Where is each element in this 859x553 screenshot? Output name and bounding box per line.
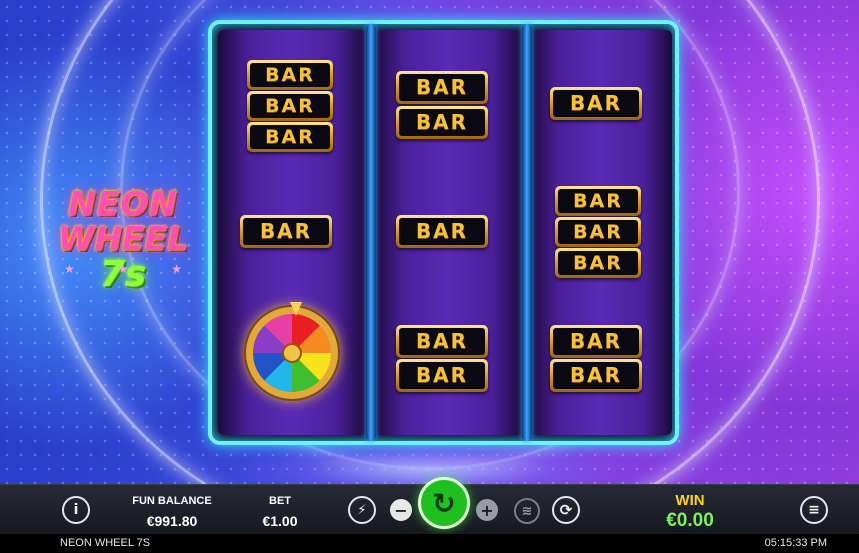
bar-symbol: BAR bbox=[396, 325, 488, 358]
logo-stars: ★ ★ ★ bbox=[64, 262, 182, 276]
bar-symbol: BAR bbox=[555, 186, 641, 216]
turbo-icon[interactable]: ⚡ bbox=[348, 496, 376, 524]
bar-symbol: BAR bbox=[396, 71, 488, 104]
increase-bet-button[interactable]: + bbox=[476, 499, 498, 521]
bar-symbol: BAR bbox=[550, 87, 642, 120]
menu-icon[interactable]: ≡ bbox=[800, 496, 828, 524]
bar-symbol: BAR bbox=[247, 91, 333, 121]
bar-symbol: BAR bbox=[396, 106, 488, 139]
bar-symbol: BAR bbox=[555, 217, 641, 247]
reel-divider bbox=[522, 24, 532, 441]
decrease-bet-button[interactable]: − bbox=[390, 499, 412, 521]
bar-symbol: BAR bbox=[550, 359, 642, 392]
coins-icon[interactable]: ≋ bbox=[514, 498, 540, 524]
wheel-bonus-symbol bbox=[246, 302, 338, 399]
fun-balance-value: €991.80 bbox=[146, 513, 198, 529]
logo-line-wheel: WHEEL bbox=[58, 219, 189, 258]
bar-symbol: BAR bbox=[396, 359, 488, 392]
control-bar: i FUN BALANCE €991.80 BET €1.00 ⚡ − ↻ + … bbox=[0, 477, 859, 534]
bar-symbol: BAR bbox=[550, 325, 642, 358]
wheel-pointer-icon bbox=[290, 302, 302, 316]
reel-divider bbox=[366, 24, 376, 441]
info-icon[interactable]: i bbox=[62, 496, 90, 524]
spin-button[interactable]: ↻ bbox=[418, 477, 470, 529]
win-value: €0.00 bbox=[666, 510, 714, 531]
logo-line-neon: NEON bbox=[68, 184, 178, 223]
bar-symbol: BAR bbox=[247, 122, 333, 152]
bar-symbol: BAR bbox=[247, 60, 333, 90]
win-label: WIN bbox=[675, 492, 705, 509]
game-name: NEON WHEEL 7S bbox=[60, 537, 151, 549]
game-stage: NEON WHEEL 7s ★ ★ ★ BAR BAR BAR BAR BAR BA… bbox=[0, 0, 859, 484]
bar-symbol: BAR bbox=[555, 248, 641, 278]
autoplay-icon[interactable]: ⟳ bbox=[552, 496, 580, 524]
footer-bar: NEON WHEEL 7S 05:15:33 PM bbox=[0, 534, 859, 553]
bar-symbol: BAR bbox=[396, 215, 488, 248]
clock: 05:15:33 PM bbox=[764, 537, 827, 549]
game-logo: NEON WHEEL 7s ★ ★ ★ bbox=[58, 184, 188, 295]
bet-value: €1.00 bbox=[262, 513, 298, 529]
wheel-hub bbox=[284, 345, 300, 361]
bet-label: BET bbox=[269, 495, 291, 507]
fun-balance-label: FUN BALANCE bbox=[132, 495, 212, 507]
bar-symbol: BAR bbox=[240, 215, 332, 248]
